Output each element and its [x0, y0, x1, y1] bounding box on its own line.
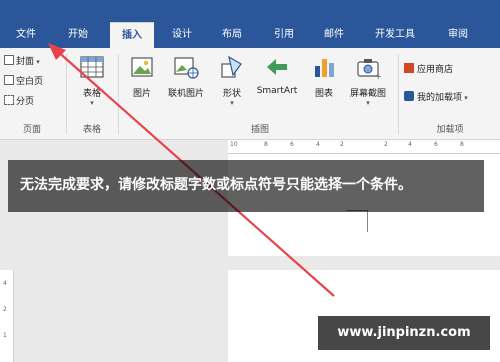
watermark: www.jinpinzn.com	[318, 316, 490, 350]
ruler-mark: 4	[3, 280, 7, 287]
banner-text: 无法完成要求，请修改标题字数或标点符号只能选择一个条件。	[20, 177, 412, 193]
ruler-mark: 6	[290, 141, 294, 148]
ruler-mark: 1	[3, 332, 7, 339]
chart-button[interactable]: 图表	[302, 54, 346, 99]
store-label: 应用商店	[417, 65, 454, 75]
smartart-label: SmartArt	[256, 86, 298, 96]
cover-page-icon	[4, 55, 14, 65]
ribbon-tab-bar: 文件 开始 插入 设计 布局 引用 邮件 开发工具 审阅	[0, 0, 500, 48]
tab-developer[interactable]: 开发工具	[364, 22, 426, 48]
page-break-icon	[4, 95, 14, 105]
chart-icon	[315, 59, 334, 77]
chevron-down-icon: ▾	[230, 99, 234, 107]
camera-icon: +	[357, 59, 382, 81]
screenshot-button[interactable]: + 屏幕截图 ▾	[342, 54, 394, 107]
chevron-down-icon: ▾	[366, 99, 370, 107]
blank-page-button[interactable]: 空白页	[4, 74, 43, 90]
blank-page-icon	[4, 75, 14, 85]
tab-mailings[interactable]: 邮件	[314, 22, 354, 48]
ribbon-divider	[398, 54, 399, 134]
margin-corner-mark	[346, 210, 368, 232]
ribbon-panel: 封面 ▾ 空白页 分页 页面 表格 ▾ 表格 图片 联机图片 形状 ▾ Smar…	[0, 48, 500, 140]
pictures-label: 图片	[132, 89, 151, 99]
ruler-mark: 10	[230, 141, 238, 148]
ruler-mark: 8	[460, 141, 464, 148]
tab-references[interactable]: 引用	[264, 22, 304, 48]
chevron-down-icon: ▾	[90, 99, 94, 107]
message-banner: 无法完成要求，请修改标题字数或标点符号只能选择一个条件。	[8, 160, 484, 212]
cover-page-button[interactable]: 封面 ▾	[4, 54, 40, 70]
shapes-button[interactable]: 形状 ▾	[210, 54, 254, 107]
table-button[interactable]: 表格 ▾	[70, 54, 114, 107]
smartart-icon	[267, 59, 287, 75]
my-addins-label: 我的加载项	[417, 93, 463, 103]
tab-design[interactable]: 设计	[162, 22, 202, 48]
tables-group-label: 表格	[82, 125, 101, 135]
smartart-button[interactable]: SmartArt	[252, 54, 302, 96]
illustrations-group-label: 插图	[250, 125, 269, 135]
my-addins-button[interactable]: 我的加载项 ▾	[404, 90, 468, 106]
store-button[interactable]: 应用商店	[404, 62, 453, 78]
ruler-mark: 4	[316, 141, 320, 148]
ribbon-divider	[66, 54, 67, 134]
shapes-label: 形状	[222, 89, 241, 99]
ruler-mark: 2	[340, 141, 344, 148]
screenshot-label: 屏幕截图	[349, 89, 386, 99]
tab-review[interactable]: 审阅	[438, 22, 478, 48]
table-button-label: 表格	[82, 89, 101, 99]
ruler-mark: 4	[408, 141, 412, 148]
ruler-mark: 2	[384, 141, 388, 148]
svg-text:+: +	[375, 72, 381, 80]
picture-icon	[131, 57, 153, 77]
page-break-label: 分页	[16, 97, 35, 107]
table-icon	[80, 56, 104, 78]
pages-group-label: 页面	[22, 125, 41, 135]
online-pictures-label: 联机图片	[167, 89, 204, 99]
pictures-button[interactable]: 图片	[120, 54, 164, 99]
ruler-mark: 2	[3, 306, 7, 313]
online-pictures-button[interactable]: 联机图片	[162, 54, 210, 99]
blank-page-label: 空白页	[16, 77, 44, 87]
addins-icon	[404, 91, 414, 101]
tab-layout[interactable]: 布局	[212, 22, 252, 48]
tab-home[interactable]: 开始	[58, 22, 98, 48]
tab-insert[interactable]: 插入	[110, 22, 154, 48]
vertical-ruler: 4 2 1	[0, 270, 14, 362]
online-picture-icon	[174, 57, 199, 79]
horizontal-ruler: 10 8 6 4 2 2 4 6 8	[228, 140, 500, 154]
store-icon	[404, 63, 414, 73]
cover-page-label: 封面	[16, 57, 35, 67]
page-break-button[interactable]: 分页	[4, 94, 34, 110]
shapes-icon	[221, 55, 242, 78]
tab-file[interactable]: 文件	[8, 22, 44, 48]
ruler-mark: 6	[434, 141, 438, 148]
ribbon-divider	[118, 54, 119, 134]
ruler-mark: 8	[264, 141, 268, 148]
chart-label: 图表	[314, 89, 333, 99]
addins-group-label: 加载项	[436, 125, 464, 135]
